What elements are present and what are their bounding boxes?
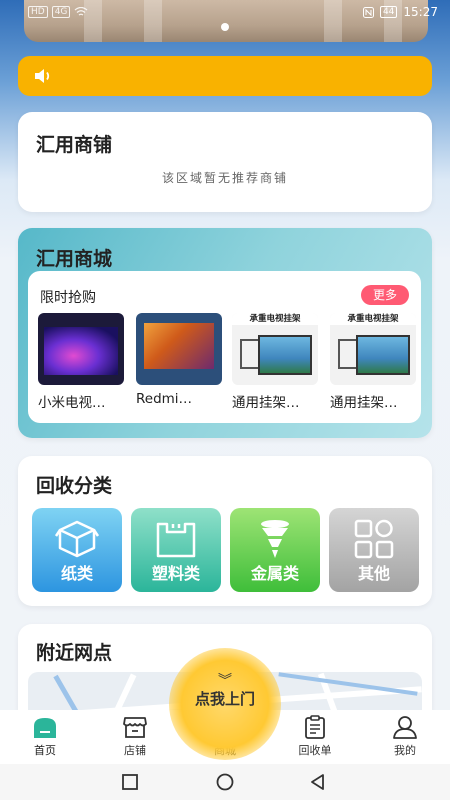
- product-card[interactable]: 承重电视挂架 通用挂架…: [330, 313, 416, 411]
- tab-store[interactable]: 店铺: [90, 710, 180, 764]
- category-label: 金属类: [250, 564, 299, 583]
- back-icon[interactable]: [308, 772, 328, 792]
- shop-section-title: 汇用商铺: [36, 134, 113, 156]
- more-button[interactable]: 更多: [361, 285, 409, 305]
- product-image-heading: 承重电视挂架: [232, 313, 318, 325]
- mall-section: 汇用商城 限时抢购 更多 小米电视… Redmi… 承重电视挂架 通用挂架… 承…: [18, 228, 432, 438]
- call-pickup-label: 点我上门: [194, 690, 255, 708]
- product-image-heading: 承重电视挂架: [330, 313, 416, 325]
- mall-section-title: 汇用商城: [36, 248, 113, 270]
- shop-section: 汇用商铺 该区域暂无推荐商铺: [18, 112, 432, 212]
- product-image: 承重电视挂架: [330, 313, 416, 385]
- shop-empty-text: 该区域暂无推荐商铺: [161, 171, 288, 185]
- home-icon: [34, 718, 56, 738]
- product-image: 承重电视挂架: [232, 313, 318, 385]
- speaker-icon: [35, 69, 50, 83]
- tab-recycle-orders[interactable]: 回收单: [270, 710, 360, 764]
- product-card[interactable]: 承重电视挂架 通用挂架…: [232, 313, 318, 411]
- product-name: 通用挂架…: [330, 395, 398, 411]
- chevron-down-icon: ︾: [218, 673, 232, 689]
- nfc-icon: [362, 6, 374, 18]
- recycle-section: 回收分类 纸类 塑料类 金属类 其他: [18, 456, 432, 606]
- category-paper[interactable]: 纸类: [32, 508, 122, 592]
- tab-label: 店铺: [124, 744, 146, 757]
- battery-level: 44: [379, 6, 398, 18]
- product-image: [136, 313, 222, 385]
- tab-home[interactable]: 首页: [0, 710, 90, 764]
- flash-sale-title: 限时抢购: [40, 290, 96, 306]
- status-time: 15:27: [403, 5, 438, 19]
- category-label: 其他: [357, 564, 390, 583]
- product-image: [38, 313, 124, 385]
- metal-cone-icon: [261, 520, 289, 558]
- tab-mine[interactable]: 我的: [360, 710, 450, 764]
- recents-icon[interactable]: [120, 772, 140, 792]
- home-nav-icon[interactable]: [215, 772, 235, 792]
- flash-sale-box: 限时抢购 更多 小米电视… Redmi… 承重电视挂架 通用挂架… 承重电视挂架…: [28, 271, 421, 423]
- product-name: 小米电视…: [38, 395, 106, 411]
- recycle-section-title: 回收分类: [36, 475, 113, 497]
- tab-label: 首页: [34, 744, 56, 757]
- category-other[interactable]: 其他: [329, 508, 419, 592]
- user-icon: [393, 716, 417, 739]
- product-card[interactable]: 小米电视…: [38, 313, 124, 411]
- category-metal[interactable]: 金属类: [230, 508, 320, 592]
- category-label: 塑料类: [151, 564, 200, 583]
- box-icon: [54, 520, 100, 558]
- category-label: 纸类: [60, 564, 93, 583]
- tab-label: 我的: [394, 744, 416, 757]
- call-pickup-button[interactable]: ︾ 点我上门: [169, 648, 281, 760]
- wifi-icon: [74, 7, 88, 16]
- product-card[interactable]: Redmi…: [136, 313, 222, 407]
- clipboard-icon: [305, 715, 325, 739]
- plastic-bag-icon: [156, 522, 196, 558]
- store-icon: [123, 717, 147, 738]
- status-bar: HD 4G 44 15:27: [0, 0, 450, 24]
- nearby-section-title: 附近网点: [36, 642, 113, 664]
- category-plastic[interactable]: 塑料类: [131, 508, 221, 592]
- system-navigation-bar: [0, 764, 450, 800]
- product-name: 通用挂架…: [232, 395, 300, 411]
- network-type-indicator: 4G: [51, 6, 71, 18]
- grid-icon: [354, 519, 394, 559]
- tab-label: 回收单: [298, 744, 332, 757]
- notice-bar[interactable]: [18, 56, 432, 96]
- hd-indicator: HD: [28, 6, 48, 18]
- product-name: Redmi…: [136, 391, 193, 407]
- banner-indicator-dot[interactable]: [221, 23, 229, 31]
- network-indicators: HD 4G: [28, 6, 88, 18]
